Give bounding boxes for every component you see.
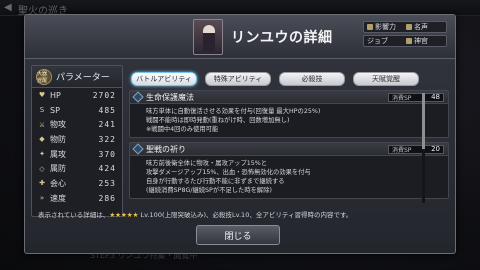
ability-description: 味方単体に自動復活させる効果を付与(回復量 最大HPの25%) 戦闘不能時は即時発… xyxy=(130,104,448,137)
tab-1[interactable]: 特殊アビリティ xyxy=(205,72,271,86)
ability-desc-line: ※戦闘中4回のみ使用可能 xyxy=(146,126,219,133)
heart-icon: ♥ xyxy=(38,91,46,100)
sp-cost: 消費SP 48 xyxy=(388,92,444,102)
badge-influence: 影響力 名声 xyxy=(363,21,447,33)
badge-job-value: 神官 xyxy=(414,37,428,45)
badge-fame-label: 名声 xyxy=(414,23,428,31)
sp-icon: S xyxy=(39,106,45,115)
ability-desc-line: (継続消費SP8G/継続SPが不足した時を解除) xyxy=(146,187,272,194)
ability-name: 聖戦の祈り xyxy=(146,144,186,154)
param-value: 253 xyxy=(98,178,116,188)
footer-stars: ★★★★★ xyxy=(109,211,139,219)
param-value: 286 xyxy=(98,193,116,203)
ability-desc-line: 味方単体に自動復活させる効果を付与(回復量 最大HPの25%) xyxy=(146,108,321,115)
param-label: 物防 xyxy=(50,134,66,144)
close-button[interactable]: 閉じる xyxy=(196,225,280,245)
sp-cost-value: 20 xyxy=(431,145,440,153)
ability-header: 聖戦の祈り 消費SP 20 xyxy=(130,143,448,156)
modal-title: リンユウの詳細 xyxy=(231,30,333,46)
param-value: 2702 xyxy=(92,90,116,100)
ability-scrollbar-thumb[interactable] xyxy=(422,93,425,149)
barrier-icon: ◇ xyxy=(39,164,45,173)
parameter-header: 大器覚醒 パラメーター xyxy=(32,66,122,88)
ability-scrollbar[interactable] xyxy=(422,93,425,203)
shield-icon: ◆ xyxy=(39,135,45,144)
param-row-hp: ♥ HP 2702 xyxy=(32,88,122,103)
param-row-物攻: ⚔ 物攻 241 xyxy=(32,117,122,132)
parameter-panel: 大器覚醒 パラメーター ♥ HP 2702 S SP 485 ⚔ 物攻 241 ◆ 物防 322 ✦ 属攻… xyxy=(31,65,123,217)
param-label: 属攻 xyxy=(50,149,66,159)
footer-note: 表示されている詳細は、★★★★★ Lv.100(上限突破込み)、必殺技Lv.10… xyxy=(38,209,352,219)
ability-tabs: バトルアビリティ 特殊アビリティ 必殺技 天賦覚醒 xyxy=(131,72,419,86)
param-label: SP xyxy=(50,105,60,115)
param-row-sp: S SP 485 xyxy=(32,103,122,118)
sp-cost-value: 48 xyxy=(431,93,440,101)
ability-diamond-icon xyxy=(132,143,144,155)
param-row-会心: ✚ 会心 253 xyxy=(32,176,122,191)
sp-cost: 消費SP 20 xyxy=(388,144,444,154)
param-value: 485 xyxy=(98,105,116,115)
param-label: HP xyxy=(50,90,61,100)
fire-icon: ✦ xyxy=(39,150,45,159)
param-value: 370 xyxy=(98,149,116,159)
badge-job: ジョブ 神官 xyxy=(363,35,447,47)
sp-cost-label: 消費SP xyxy=(392,146,412,154)
modal-header: リンユウの詳細 影響力 名声 ジョブ 神官 xyxy=(25,15,455,59)
param-label: 属防 xyxy=(50,164,66,174)
ability-card: 聖戦の祈り 消費SP 20 味方前後衛全体に物攻・属攻アップ15%と攻撃ダメージアップ… xyxy=(129,142,449,199)
sp-cost-label: 消費SP xyxy=(392,94,412,102)
character-portrait xyxy=(193,19,223,55)
priest-icon xyxy=(406,38,412,44)
ability-list[interactable]: 生命保護魔法 消費SP 48 味方単体に自動復活させる効果を付与(回復量 最大HPの2… xyxy=(129,90,449,212)
param-label: 会心 xyxy=(50,178,66,188)
tab-0[interactable]: バトルアビリティ xyxy=(131,72,197,86)
tab-3[interactable]: 天賦覚醒 xyxy=(353,72,419,86)
character-figure xyxy=(203,25,215,51)
critical-icon: ✚ xyxy=(39,179,45,188)
ability-desc-line: 自身が行動するたび行動不能に非ずまで継続する xyxy=(146,178,285,185)
param-value: 241 xyxy=(98,120,116,130)
param-value: 322 xyxy=(98,134,116,144)
badge-job-label: ジョブ xyxy=(367,37,388,45)
awakening-icon: 大器覚醒 xyxy=(36,68,52,85)
ability-desc-line: 攻撃ダメージアップ15%、出血・恐怖無効化の効果を付与 xyxy=(146,169,311,176)
tab-2[interactable]: 必殺技 xyxy=(279,72,345,86)
ability-diamond-icon xyxy=(132,91,144,103)
footer-prefix: 表示されている詳細は、 xyxy=(38,211,110,219)
param-row-属攻: ✦ 属攻 370 xyxy=(32,147,122,162)
badge-influence-label: 影響力 xyxy=(375,23,396,31)
speed-icon: » xyxy=(39,194,45,203)
ability-card: 生命保護魔法 消費SP 48 味方単体に自動復活させる効果を付与(回復量 最大HPの2… xyxy=(129,90,449,138)
parameter-title: パラメーター xyxy=(56,73,110,83)
ability-header: 生命保護魔法 消費SP 48 xyxy=(130,91,448,104)
ability-name: 生命保護魔法 xyxy=(146,92,194,102)
footer-suffix: Lv.100(上限突破込み)、必殺技Lv.10、全アビリティ習得時の内容です。 xyxy=(138,211,353,219)
param-row-速度: » 速度 286 xyxy=(32,191,122,206)
sword-icon: ⚔ xyxy=(38,120,46,129)
ability-description: 味方前後衛全体に物攻・属攻アップ15%と攻撃ダメージアップ15%、出血・恐怖無効… xyxy=(130,156,448,198)
fame-icon xyxy=(406,24,412,30)
param-label: 速度 xyxy=(50,193,66,203)
ability-desc-line: 戦闘不能時は即時発動(重ねがけ時、回数増加無し) xyxy=(146,117,290,124)
param-label: 物攻 xyxy=(50,120,66,130)
character-badges: 影響力 名声 ジョブ 神官 xyxy=(363,21,447,49)
ability-desc-line: 味方前後衛全体に物攻・属攻アップ15%と xyxy=(146,160,268,167)
param-row-物防: ◆ 物防 322 xyxy=(32,132,122,147)
param-value: 424 xyxy=(98,164,116,174)
influence-icon xyxy=(367,24,373,30)
param-row-属防: ◇ 属防 424 xyxy=(32,161,122,176)
